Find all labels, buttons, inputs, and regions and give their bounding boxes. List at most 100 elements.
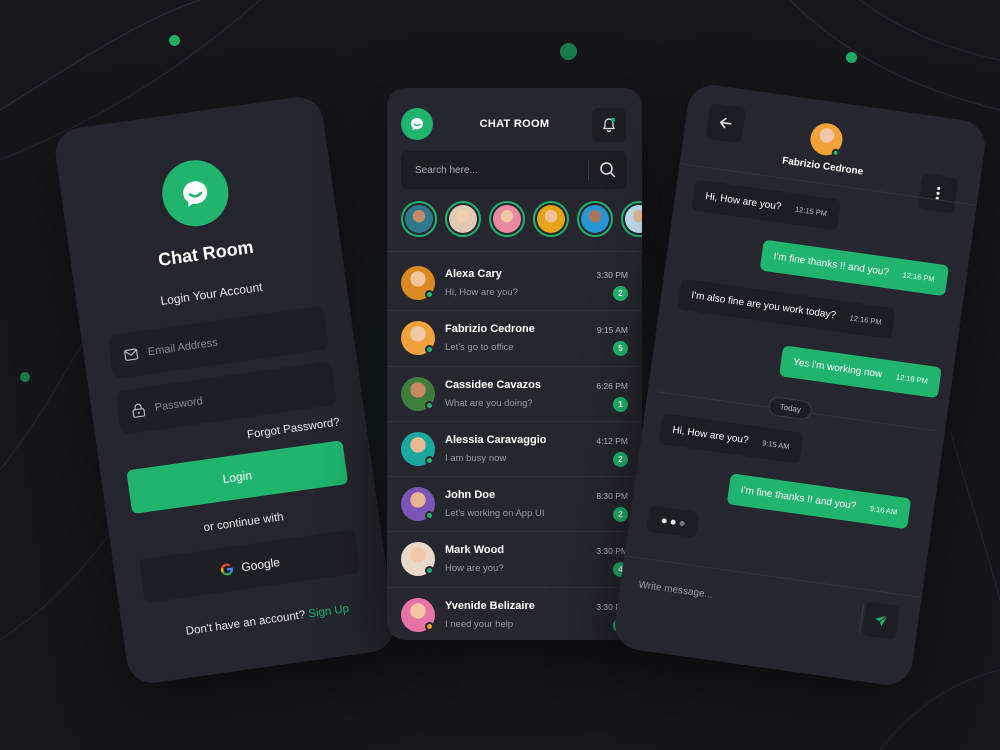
- back-button[interactable]: [705, 102, 747, 144]
- message-time: 12:18 PM: [895, 372, 929, 386]
- avatar: [405, 205, 433, 233]
- contact-name: John Doe: [445, 489, 496, 502]
- message-text: I'm also fine are you work today?: [690, 290, 837, 322]
- send-button[interactable]: [861, 601, 901, 640]
- stories-row[interactable]: [401, 201, 642, 237]
- google-label: Google: [240, 555, 281, 575]
- online-indicator: [425, 345, 434, 355]
- message-bubble-outgoing: I'm fine thanks !! and you? 12:16 PM: [759, 239, 949, 297]
- message-time: 3:30 PM: [596, 546, 628, 557]
- search-divider: [588, 160, 589, 180]
- contact-name: Alessia Caravaggio: [445, 433, 547, 446]
- chat-row[interactable]: Alessia Caravaggio 4:12 PM I am busy now…: [387, 422, 642, 478]
- notifications-button[interactable]: [592, 108, 626, 142]
- message-bubble-incoming: Hi, How are you? 9:15 AM: [658, 413, 804, 464]
- message-text: Yes i'm working now: [792, 356, 883, 381]
- message-time: 12:16 PM: [902, 270, 936, 284]
- contact-name: Yvenide Belizaire: [445, 599, 535, 612]
- online-indicator: [425, 400, 434, 410]
- last-message: I need your help: [445, 618, 514, 630]
- last-message: What are you doing?: [445, 397, 533, 409]
- chat-row[interactable]: Mark Wood 3:30 PM How are you? 4: [387, 532, 642, 588]
- last-message: Hi, How are you?: [445, 287, 518, 298]
- avatar: [493, 205, 521, 233]
- no-account-text: Don't have an account?: [185, 609, 307, 638]
- arrow-left-icon: [719, 117, 732, 129]
- message-time: 8:30 PM: [596, 491, 628, 502]
- message-text: I'm fine thanks !! and you?: [772, 251, 890, 279]
- forgot-password-link[interactable]: Forgot Password?: [246, 416, 340, 441]
- password-input[interactable]: [153, 379, 315, 414]
- last-message: I am busy now: [445, 452, 507, 464]
- message-bubble-outgoing: I'm fine thanks !! and you? 9:16 AM: [726, 473, 912, 530]
- story-avatar[interactable]: [489, 201, 525, 237]
- contact-name: Mark Wood: [445, 544, 505, 557]
- online-indicator: [425, 290, 434, 299]
- story-avatar[interactable]: [445, 201, 481, 237]
- message-time: 9:15 AM: [761, 438, 791, 452]
- google-login-button[interactable]: Google: [138, 529, 361, 604]
- unread-badge: 2: [613, 286, 628, 301]
- chat-row[interactable]: John Doe 8:30 PM Let's working on App UI…: [387, 477, 642, 533]
- message-time: 4:12 PM: [596, 435, 628, 446]
- message-time: 12:15 PM: [794, 204, 828, 219]
- decor-dot: [846, 52, 857, 63]
- online-indicator: [831, 148, 841, 158]
- message-input[interactable]: [637, 579, 798, 613]
- login-button[interactable]: Login: [126, 440, 349, 515]
- contact-name: Alexa Cary: [445, 268, 502, 280]
- chat-row[interactable]: Fabrizio Cedrone 9:15 AM Let's go to off…: [387, 311, 642, 367]
- story-avatar[interactable]: [533, 201, 569, 237]
- date-divider: Today: [767, 395, 814, 421]
- message-bubble-outgoing: Yes i'm working now 12:18 PM: [779, 345, 942, 399]
- chat-list: Alexa Cary 3:30 PM Hi, How are you? 2 Fa…: [387, 256, 642, 640]
- chat-list-screen: CHAT ROOM Alexa Cary 3:30 PM Hi, How are…: [387, 88, 642, 640]
- app-logo: [158, 155, 233, 231]
- chat-row[interactable]: Yvenide Belizaire 3:30 PM I need your he…: [387, 588, 642, 640]
- message-time: 9:15 AM: [596, 325, 628, 336]
- more-options-button[interactable]: [917, 173, 959, 214]
- online-indicator: [425, 455, 434, 465]
- lock-icon: [132, 403, 146, 418]
- divider: [387, 251, 642, 252]
- search-bar[interactable]: [401, 151, 627, 189]
- avatar: [449, 205, 477, 233]
- search-input[interactable]: [415, 164, 580, 176]
- decor-dot: [560, 43, 577, 60]
- chat-bubble-icon: [183, 181, 208, 207]
- last-message: Let's go to office: [445, 342, 514, 354]
- decor-dot: [169, 35, 180, 46]
- email-input[interactable]: [147, 324, 308, 359]
- message-bubble-incoming: Hi, How are you? 12:15 PM: [691, 179, 841, 231]
- typing-indicator: [646, 505, 700, 538]
- avatar: [625, 205, 642, 233]
- message-text: I'm fine thanks !! and you?: [740, 484, 857, 512]
- story-avatar[interactable]: [621, 201, 642, 237]
- contact-name: Fabrizio Cedrone: [445, 323, 535, 336]
- story-avatar[interactable]: [401, 201, 437, 237]
- message-text: Hi, How are you?: [671, 424, 750, 447]
- avatar: [537, 205, 565, 233]
- story-avatar[interactable]: [577, 201, 613, 237]
- chat-row[interactable]: Alexa Cary 3:30 PM Hi, How are you? 2: [387, 256, 642, 312]
- unread-badge: 5: [613, 341, 628, 357]
- send-icon: [875, 615, 889, 627]
- chat-row[interactable]: Cassidee Cavazos 6:26 PM What are you do…: [387, 367, 642, 422]
- signup-row: Don't have an account? Sign Up: [123, 594, 398, 646]
- avatar: [581, 205, 609, 233]
- unread-badge: 2: [613, 507, 628, 523]
- search-icon[interactable]: [599, 161, 617, 179]
- last-message: Let's working on App UI: [445, 508, 545, 520]
- message-time: 12:16 PM: [849, 313, 883, 327]
- google-icon: [220, 563, 233, 576]
- signup-link[interactable]: Sign Up: [308, 603, 350, 621]
- envelope-icon: [124, 348, 139, 361]
- message-bubble-incoming: I'm also fine are you work today? 12:16 …: [677, 278, 896, 340]
- message-text: Hi, How are you?: [704, 191, 783, 213]
- bell-icon: [603, 118, 615, 133]
- message-time: 3:30 PM: [596, 270, 628, 280]
- online-indicator: [425, 621, 434, 631]
- decor-dot: [20, 372, 30, 382]
- unread-badge: 1: [613, 396, 628, 412]
- message-time: 9:16 AM: [869, 503, 898, 517]
